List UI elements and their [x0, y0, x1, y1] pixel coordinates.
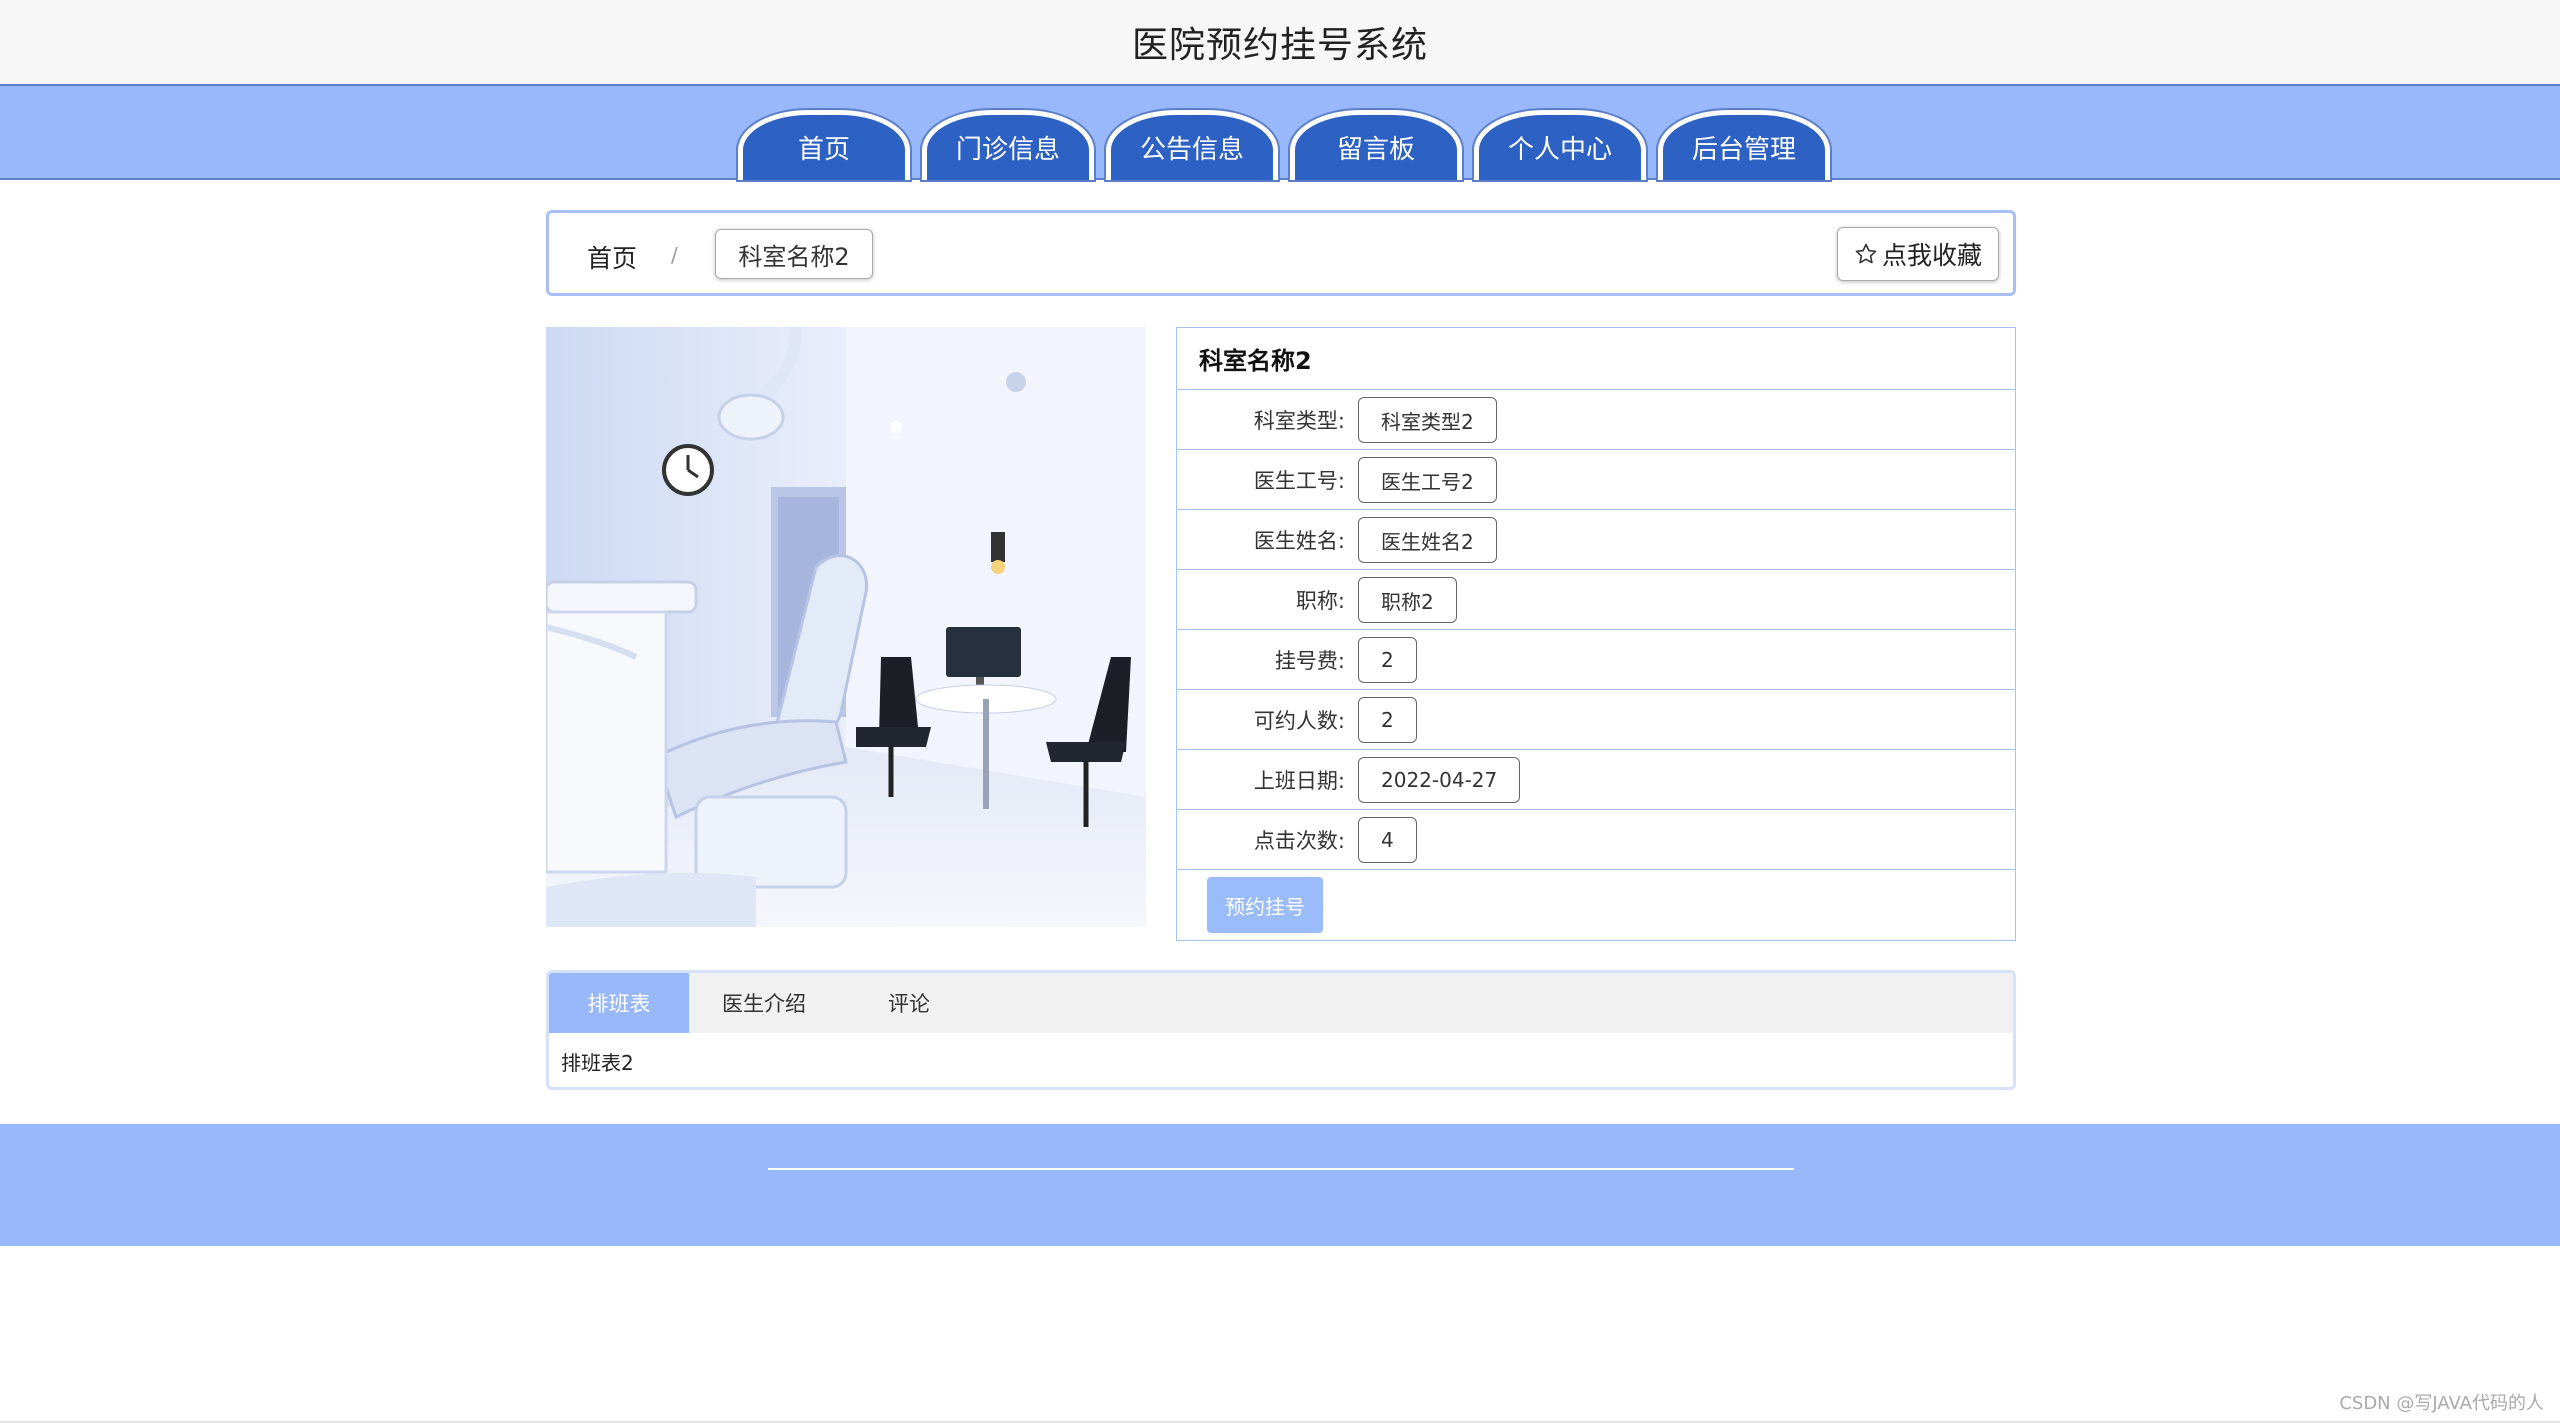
row-label: 挂号费:: [1274, 649, 1345, 673]
detail-row-click-count: 点击次数: 4: [1177, 810, 2015, 870]
row-label: 科室类型:: [1253, 409, 1345, 433]
detail-row-title: 职称: 职称2: [1177, 570, 2015, 630]
row-value: 医生工号2: [1358, 457, 1497, 503]
detail-row-work-date: 上班日期: 2022-04-27: [1177, 750, 2015, 810]
row-value: 职称2: [1358, 577, 1457, 623]
row-label: 医生工号:: [1253, 469, 1345, 493]
breadcrumb-separator: /: [671, 243, 678, 267]
row-value: 2: [1358, 637, 1417, 683]
tab-schedule[interactable]: 排班表: [549, 973, 689, 1033]
nav-item-announcements[interactable]: 公告信息: [1106, 110, 1278, 180]
row-value: 医生姓名2: [1358, 517, 1497, 563]
detail-row-doctor-name: 医生姓名: 医生姓名2: [1177, 510, 2015, 570]
detail-table: 科室名称2 科室类型: 科室类型2 医生工号: 医生工号2 医生姓名: 医生姓名…: [1176, 327, 2016, 941]
favorite-label: 点我收藏: [1881, 242, 1982, 270]
tab-strip: 排班表 医生介绍 评论: [549, 973, 2013, 1033]
favorite-button[interactable]: 点我收藏: [1837, 227, 1999, 281]
site-header: 医院预约挂号系统: [0, 0, 2560, 86]
department-photo: [546, 327, 1146, 927]
clinic-room-illustration: [546, 327, 1146, 927]
footer: [0, 1124, 2560, 1246]
row-label: 可约人数:: [1253, 709, 1345, 733]
tab-comments[interactable]: 评论: [839, 973, 979, 1033]
footer-divider: [768, 1168, 1794, 1170]
tab-content: 排班表2: [561, 1051, 634, 1075]
book-appointment-button[interactable]: 预约挂号: [1207, 877, 1323, 933]
breadcrumb-current: 科室名称2: [715, 229, 873, 279]
tabs-card: 排班表 医生介绍 评论 排班表2: [546, 970, 2016, 1090]
nav-bar: 首页 门诊信息 公告信息 留言板 个人中心 后台管理: [0, 86, 2560, 180]
breadcrumb: 首页 / 科室名称2 点我收藏: [546, 210, 2016, 296]
detail-row-fee: 挂号费: 2: [1177, 630, 2015, 690]
detail-title: 科室名称2: [1177, 328, 2015, 390]
watermark: CSDN @写JAVA代码的人: [2339, 1393, 2544, 1414]
detail-row-capacity: 可约人数: 2: [1177, 690, 2015, 750]
row-label: 医生姓名:: [1253, 529, 1345, 553]
site-title: 医院预约挂号系统: [1131, 25, 1428, 66]
row-label: 点击次数:: [1253, 829, 1345, 853]
nav-item-home[interactable]: 首页: [738, 110, 910, 180]
nav-item-clinic-info[interactable]: 门诊信息: [922, 110, 1094, 180]
tab-doctor-intro[interactable]: 医生介绍: [689, 973, 839, 1033]
row-value: 2: [1358, 697, 1417, 743]
row-value: 4: [1358, 817, 1417, 863]
detail-action-row: 预约挂号: [1177, 870, 2015, 938]
star-outline-icon: [1855, 243, 1877, 264]
nav-list: 首页 门诊信息 公告信息 留言板 个人中心 后台管理: [738, 110, 1830, 180]
row-label: 职称:: [1295, 589, 1345, 613]
breadcrumb-home-link[interactable]: 首页: [587, 239, 637, 275]
row-value: 2022-04-27: [1358, 757, 1521, 803]
row-label: 上班日期:: [1253, 769, 1345, 793]
nav-item-personal-center[interactable]: 个人中心: [1474, 110, 1646, 180]
nav-item-admin[interactable]: 后台管理: [1658, 110, 1830, 180]
detail-row-doctor-id: 医生工号: 医生工号2: [1177, 450, 2015, 510]
nav-item-message-board[interactable]: 留言板: [1290, 110, 1462, 180]
row-value: 科室类型2: [1358, 397, 1497, 443]
detail-row-dept-type: 科室类型: 科室类型2: [1177, 390, 2015, 450]
